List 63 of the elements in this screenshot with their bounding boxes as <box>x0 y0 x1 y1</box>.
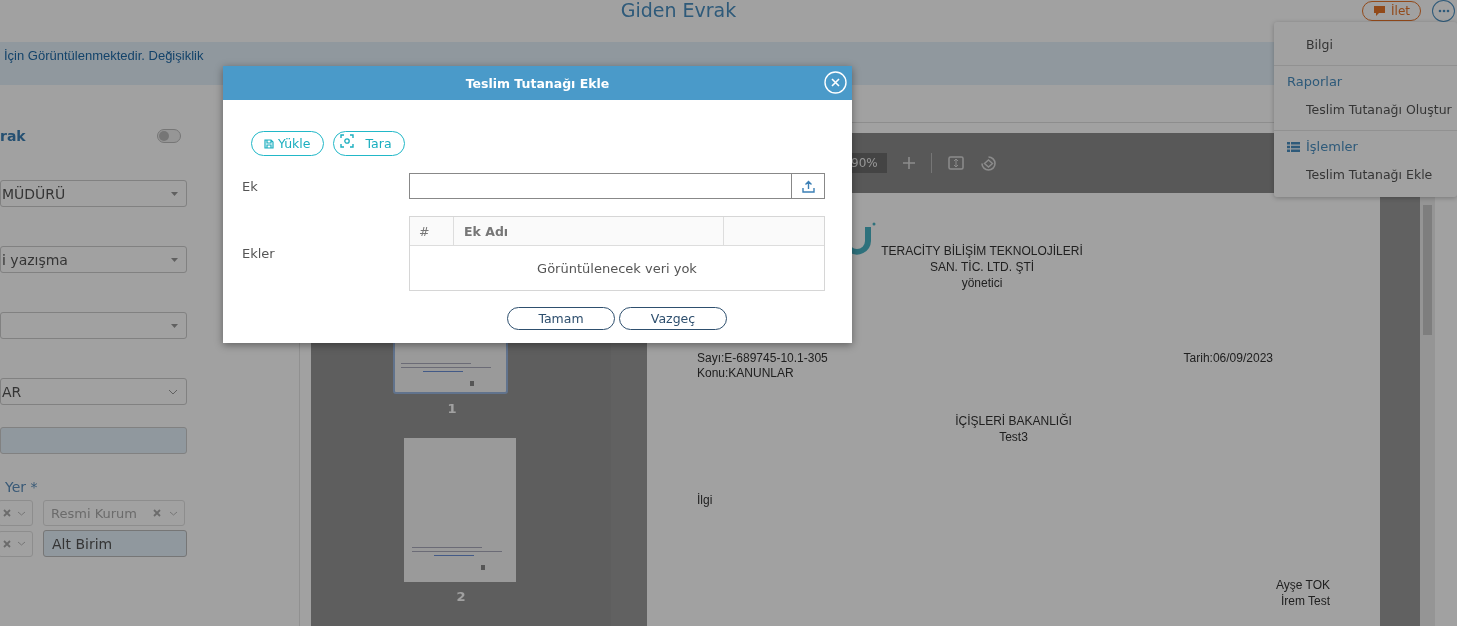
company-line: TERACİTY BİLİŞİM TEKNOLOJİLERİ <box>880 243 1084 259</box>
more-icon <box>1437 9 1450 13</box>
chevron-icon <box>169 510 178 516</box>
cancel-button[interactable]: Vazgeç <box>619 307 727 330</box>
signer-name: İrem Test <box>1279 593 1330 609</box>
clear-icon[interactable] <box>153 509 161 517</box>
document-subject: Konu:KANUNLAR <box>697 366 795 381</box>
clear-icon[interactable] <box>3 539 11 548</box>
addressee-line: Test3 <box>998 429 1029 445</box>
chevron-icon <box>17 510 26 516</box>
toggle-switch[interactable] <box>157 129 181 143</box>
menu-item[interactable]: Bilgi <box>1274 30 1457 59</box>
page-number: 1 <box>447 401 457 416</box>
caret-icon <box>171 323 178 328</box>
notice-text: İçin Görüntülenmektedir. Değişiklik <box>4 48 204 63</box>
chevron-icon <box>17 541 26 546</box>
select-field[interactable]: i yazışma <box>0 246 187 273</box>
close-icon[interactable] <box>824 71 847 94</box>
clear-icon[interactable] <box>3 509 11 517</box>
select-field[interactable] <box>0 500 33 526</box>
caret-icon <box>171 191 178 196</box>
document-date: Tarih:06/09/2023 <box>1183 351 1273 367</box>
upload-button[interactable]: Yükle <box>251 131 324 156</box>
addressee-line: İÇİŞLERİ BAKANLIĞI <box>954 413 1073 429</box>
ok-button[interactable]: Tamam <box>507 307 615 330</box>
scan-icon <box>339 133 354 148</box>
menu-header: İşlemler <box>1306 139 1358 154</box>
reference-label: İlgi <box>697 493 714 507</box>
select-field[interactable] <box>0 312 187 339</box>
select-field[interactable]: MÜDÜRÜ <box>0 180 187 207</box>
file-input[interactable] <box>409 173 791 199</box>
save-icon <box>264 138 274 149</box>
section-label: rak <box>0 128 26 144</box>
company-line: SAN. TİC. LTD. ŞTİ <box>928 259 1036 275</box>
upload-file-button[interactable] <box>791 173 825 199</box>
rotate-icon[interactable] <box>979 154 997 172</box>
field-label: Ekler <box>242 246 276 261</box>
select-field[interactable]: AR <box>0 378 187 405</box>
column-header: # <box>410 217 454 245</box>
menu-item[interactable]: Teslim Tutanağı Oluştur <box>1274 95 1457 124</box>
fit-page-icon[interactable] <box>947 156 964 170</box>
field-label: Yer * <box>5 479 39 495</box>
menu-header: Raporlar <box>1274 65 1457 95</box>
chat-icon <box>1373 5 1387 17</box>
list-icon <box>1287 141 1300 152</box>
caret-icon <box>171 257 178 262</box>
more-button[interactable] <box>1432 0 1455 22</box>
empty-message: Görüntülenecek veri yok <box>536 259 698 278</box>
zoom-in-icon[interactable] <box>902 157 915 169</box>
page-title: Giden Evrak <box>620 0 737 20</box>
select-field[interactable] <box>0 530 33 557</box>
document-number: Sayı:E-689745-10.1-305 <box>697 351 828 366</box>
column-header: Ek Adı <box>454 217 724 245</box>
page-thumbnail[interactable] <box>403 438 516 582</box>
dialog-title: Teslim Tutanağı Ekle <box>465 75 610 91</box>
signer-name: Ayşe TOK <box>1274 577 1330 593</box>
company-line: yönetici <box>960 275 1004 291</box>
chevron-icon <box>168 388 178 395</box>
upload-icon <box>801 179 815 193</box>
scan-button[interactable]: Tara <box>332 131 405 156</box>
field-label: Ek <box>242 178 259 194</box>
forward-button[interactable]: İlet <box>1362 1 1421 21</box>
page-number: 2 <box>456 589 466 604</box>
